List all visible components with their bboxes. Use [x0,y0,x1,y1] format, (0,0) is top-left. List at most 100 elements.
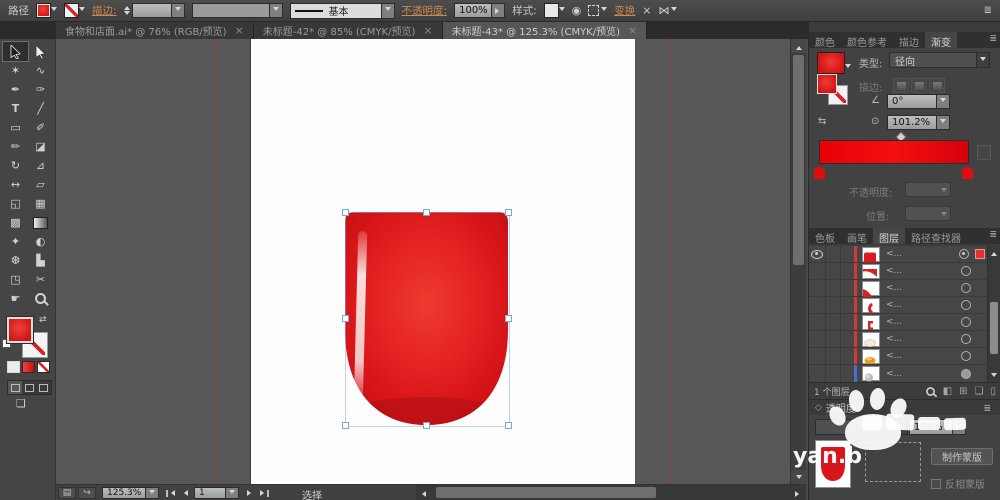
magic-wand-tool[interactable]: ✶ [3,61,28,80]
visibility-toggle[interactable] [809,365,826,382]
lock-toggle[interactable] [826,365,841,382]
scroll-right-button[interactable] [795,489,802,500]
layers-scrollbar[interactable] [987,246,1000,382]
layer-thumbnail[interactable] [862,314,880,330]
column-graph-tool[interactable]: ▙ [28,251,53,270]
tab-stroke[interactable]: 描边 [893,32,925,49]
new-sublayer-icon[interactable]: ⊞ [959,386,967,397]
width-tool[interactable]: ↔ [3,175,28,194]
transparency-panel-header[interactable]: ◇ 透明度 ≣ [809,399,1000,415]
gradient-slider-bar[interactable] [819,140,969,164]
gradient-fill-proxy[interactable] [817,74,837,94]
stroke-swatch-icon[interactable] [64,3,79,18]
doc-tab-3-active[interactable]: 未标题-43* @ 125.3% (CMYK/预览) × [442,22,648,39]
gradient-type-dropdown[interactable] [977,52,990,68]
mask-placeholder[interactable] [865,442,921,482]
delete-stop-icon[interactable] [977,145,991,160]
select-similar-control[interactable] [588,5,608,16]
collapse-icon[interactable]: ◇ [815,403,822,413]
scroll-left-button[interactable] [419,489,426,500]
width-profile-dropdown[interactable] [269,3,283,18]
panel-menu-icon[interactable]: ≣ [989,32,1000,48]
fill-color-proxy[interactable] [6,316,34,344]
tab-pathfinder[interactable]: 路径查找器 [905,228,967,245]
chevron-down-icon[interactable] [671,7,678,14]
transparency-opacity-input[interactable]: 100% [909,419,953,435]
handle-bottom-center[interactable] [423,422,430,429]
gradient-aspect-dropdown[interactable] [937,115,950,130]
panel-menu-icon[interactable]: ≣ [983,402,995,414]
chevron-down-icon[interactable] [601,7,608,14]
slice-tool[interactable]: ✂ [28,270,53,289]
paintbrush-tool[interactable]: ✐ [28,118,53,137]
layer-name[interactable]: <... [886,317,961,327]
status-icon-a[interactable]: ▤ [58,487,76,499]
visibility-toggle[interactable] [809,348,826,364]
prev-artboard-button[interactable] [178,488,191,498]
gradient-stop-left[interactable] [814,166,825,179]
first-artboard-button[interactable] [164,488,177,498]
gradient-tool[interactable] [28,213,53,232]
layer-name[interactable]: <... [886,351,961,361]
lock-toggle[interactable] [826,246,841,262]
brush-definition-dropdown[interactable] [381,2,395,19]
zoom-level-input[interactable]: 125.3% [102,487,146,499]
brush-definition-control[interactable]: 基本 [289,2,395,19]
canvas-vertical-scrollbar[interactable] [790,39,806,484]
color-button[interactable] [7,361,20,373]
draw-behind-mode[interactable] [22,381,36,394]
stroke-color-control[interactable] [64,3,85,18]
screen-mode-icon[interactable]: ❏ [16,397,26,410]
layer-thumbnail[interactable] [862,246,880,262]
tab-layers-active[interactable]: 图层 [873,228,905,245]
layer-name[interactable]: <... [886,334,961,344]
visibility-toggle[interactable] [809,280,826,296]
tab-color[interactable]: 颜色 [809,32,841,49]
chevron-down-icon[interactable] [51,7,57,14]
layer-name[interactable]: <... [886,249,959,259]
layer-row[interactable]: <... [809,314,1000,331]
opacity-link[interactable]: 不透明度: [402,3,448,18]
status-icon-b[interactable]: ↪ [78,487,96,499]
target-icon[interactable] [961,334,971,344]
vertical-scroll-thumb[interactable] [793,55,804,265]
tab-color-guide[interactable]: 颜色参考 [841,32,893,49]
close-icon[interactable]: × [423,24,432,37]
reverse-gradient-icon[interactable]: ⇆ [818,116,826,127]
handle-mid-left[interactable] [342,315,349,322]
stroke-link[interactable]: 描边: [92,3,117,18]
target-icon[interactable] [961,283,971,293]
fill-swatch-icon[interactable] [36,3,51,18]
line-segment-tool[interactable]: ╱ [28,99,53,118]
layers-scroll-thumb[interactable] [990,302,998,354]
layer-name[interactable]: <... [886,300,961,310]
layer-thumbnail[interactable] [862,263,880,279]
layer-name[interactable]: <... [886,266,961,276]
layer-name[interactable]: <... [886,369,961,379]
new-layer-icon[interactable]: ❏ [975,386,984,397]
handle-bottom-left[interactable] [342,422,349,429]
gradient-swatch[interactable] [817,52,845,74]
delete-layer-icon[interactable]: ▯ [990,386,996,397]
select-similar-icon[interactable] [588,5,600,16]
visibility-toggle[interactable] [809,314,826,330]
artboard-number-dropdown[interactable] [226,487,239,499]
layer-thumbnail[interactable] [862,280,880,297]
target-icon[interactable] [959,249,969,259]
horizontal-scroll-thumb[interactable] [436,487,656,498]
opacity-control[interactable]: 100% [454,3,506,18]
brush-definition-box[interactable]: 基本 [289,2,382,19]
shape-builder-tool[interactable]: ◱ [3,194,28,213]
lock-toggle[interactable] [826,331,841,347]
transform-link[interactable]: 变换 [614,3,635,18]
make-mask-icon[interactable]: ◧ [943,386,952,397]
handle-top-right[interactable] [505,209,512,216]
gradient-angle-dropdown[interactable] [937,94,950,109]
target-icon[interactable] [961,368,971,379]
none-button[interactable] [37,361,50,373]
handle-bottom-right[interactable] [505,422,512,429]
pen-tool[interactable]: ✒ [3,80,28,99]
fill-color-control[interactable] [36,3,57,18]
visibility-toggle[interactable] [809,297,826,313]
opacity-dropdown[interactable] [492,3,506,18]
